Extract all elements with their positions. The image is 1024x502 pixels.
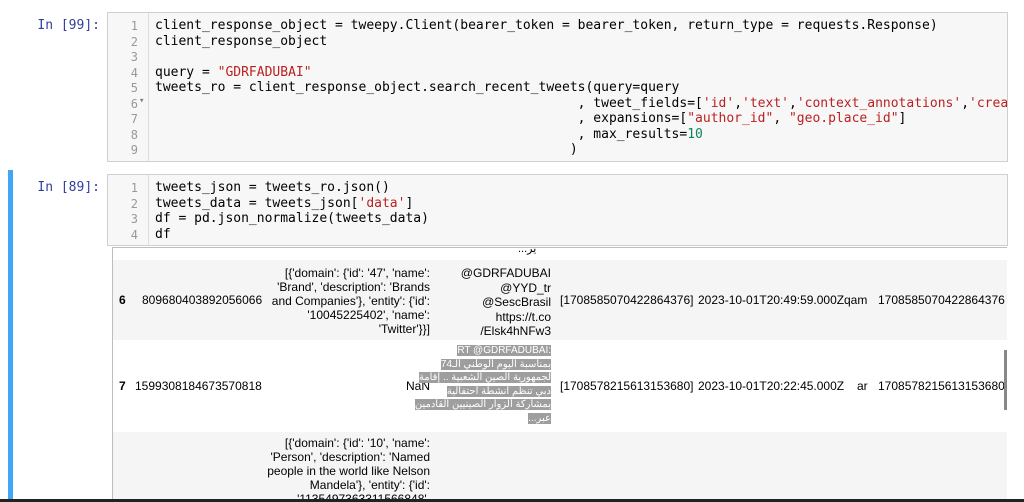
code-line: , max_results=10 xyxy=(155,127,703,143)
fold-arrow-icon[interactable]: ▾ xyxy=(139,96,144,106)
string-literal: "geo.place_id" xyxy=(788,111,899,126)
cell-text-line: '10045225402', 'name': xyxy=(307,308,430,322)
string-literal: "author_id" xyxy=(687,111,774,126)
cell-text-line: @GDRFADUBAI xyxy=(460,266,551,280)
table-cell: @GDRFADUBAI @YYD_tr @SescBrasil https://… xyxy=(441,266,551,339)
table-row: ...يز xyxy=(113,248,1007,260)
cell-text-line: بمشاركة الزوار الصينيين القادمين xyxy=(414,399,551,410)
code-token: , max_results= xyxy=(155,126,688,142)
code-line: query = "GDRFADUBAI" xyxy=(155,65,312,81)
number-literal: 10 xyxy=(687,126,703,142)
line-number: 8 xyxy=(130,127,138,142)
code-token: , expansions=[ xyxy=(155,111,688,126)
cell-text-line: and Companies'}, 'entity': {'id': xyxy=(271,294,430,308)
code-line: client_response_object = tweepy.Client(b… xyxy=(155,18,938,33)
cell-text-line: Mandela'}, 'entity': {'id': xyxy=(309,478,430,492)
table-row: [{'domain': {'id': '10', 'name': 'Person… xyxy=(113,432,1007,502)
line-number: 2 xyxy=(130,34,138,49)
code-token: , xyxy=(734,95,743,111)
table-cell: ar xyxy=(857,379,868,393)
cell-text-line: 'Person', 'description': 'Named xyxy=(270,450,430,464)
table-cell: [1708578215613153680] xyxy=(560,379,694,393)
cell-text-line: https://t.co xyxy=(495,309,551,324)
string-literal: 'data' xyxy=(358,195,406,211)
code-line: tweets_json = tweets_ro.json() xyxy=(155,180,390,195)
string-literal: "GDRFADUBAI" xyxy=(217,64,312,80)
cell-text-line: 'Twitter'}}] xyxy=(378,322,430,336)
cell-text-line: @YYD_tr xyxy=(500,280,551,295)
output-scrollbar[interactable] xyxy=(1004,350,1007,410)
row-index: 6 xyxy=(119,293,126,307)
table-cell: 1708578215613153680 xyxy=(878,379,1005,393)
table-cell: [{'domain': {'id': '10', 'name': 'Person… xyxy=(260,436,430,502)
string-literal: 'text' xyxy=(742,95,789,111)
cell-text-line: بمناسبة اليوم الوطني الـ74 xyxy=(440,358,551,370)
cell-selection-bar xyxy=(8,170,13,502)
table-cell: 2023-10-01T20:49:59.000Z xyxy=(698,293,845,307)
code-token: ] xyxy=(405,195,414,211)
code-line: client_response_object xyxy=(155,33,328,49)
code-token: ] xyxy=(898,111,907,126)
code-token: , xyxy=(961,95,970,111)
code-token: , xyxy=(773,111,789,126)
code-token: , tweet_fields=[ xyxy=(155,95,703,111)
table-cell: 1599308184673570818 xyxy=(135,379,262,393)
string-literal: 'context_annotations' xyxy=(796,95,962,111)
line-number: 4 xyxy=(130,65,138,80)
code-line: , expansions=["author_id", "geo.place_id… xyxy=(155,111,907,127)
row-index: 7 xyxy=(119,379,126,393)
code-token: , xyxy=(788,95,797,111)
line-number: 4 xyxy=(130,227,138,242)
table-cell: qam xyxy=(844,293,868,307)
cell-text-line: [{'domain': {'id': '47', 'name': xyxy=(284,266,430,280)
code-line: df xyxy=(155,226,171,242)
code-line: , tweet_fields=['id','text','context_ann… xyxy=(155,95,1008,112)
code-token: query = xyxy=(155,64,218,80)
code-line: tweets_data = tweets_json['data'] xyxy=(155,196,413,212)
line-number: 3 xyxy=(130,212,138,226)
line-number-gutter: 1 2 3 4 5 6 7 8 9 ▾ xyxy=(108,13,149,161)
table-cell: RT @GDRFADUBAI: بمناسبة اليوم الوطني الـ… xyxy=(401,344,551,425)
line-number: 7 xyxy=(130,112,138,126)
cell-text-line: people in the world like Nelson xyxy=(267,464,430,478)
table-cell: [1708585070422864376] xyxy=(560,293,694,307)
string-literal: 'id' xyxy=(702,95,735,111)
code-cell[interactable]: 1 2 3 4 5 6 7 8 9 ▾ client_response_obje… xyxy=(107,12,1008,162)
cell-prompt: In [89]: xyxy=(37,180,100,195)
table-cell: 2023-10-01T20:22:45.000Z xyxy=(698,379,845,393)
line-number-gutter: 1 2 3 4 xyxy=(108,175,149,245)
line-number: 5 xyxy=(130,81,138,95)
cell-text-line: 'Brand', 'description': 'Brands xyxy=(277,280,430,294)
cell-text-line: /Elsk4hNFw3 xyxy=(480,324,551,338)
code-cell[interactable]: 1 2 3 4 tweets_json = tweets_ro.json() t… xyxy=(107,174,1008,246)
cell-text-line: ...عبر xyxy=(528,412,551,424)
line-number: 6 xyxy=(130,96,138,111)
line-number: 1 xyxy=(130,181,138,195)
cell-text-line: [{'domain': {'id': '10', 'name': xyxy=(284,436,430,450)
line-number: 9 xyxy=(130,143,138,157)
line-number: 1 xyxy=(130,19,138,33)
table-cell: [{'domain': {'id': '47', 'name': 'Brand'… xyxy=(260,266,430,336)
table-cell: ...يز xyxy=(518,247,537,255)
cell-text-line: RT @GDRFADUBAI: xyxy=(457,345,551,356)
cell-text-line: @SescBrasil xyxy=(482,295,551,309)
cell-text-line: دبي تنظم أنشطة احتفالية xyxy=(446,385,551,397)
code-line: ) xyxy=(155,142,578,157)
line-number: 3 xyxy=(130,50,138,64)
cell-text-line: لجمهورية الصين الشعبية .. إقامة xyxy=(418,372,551,383)
cell-prompt: In [99]: xyxy=(37,18,100,33)
code-token: tweets_data = tweets_json[ xyxy=(155,195,359,211)
table-row: 6 809680403892056066 [{'domain': {'id': … xyxy=(113,260,1007,340)
table-row: 7 1599308184673570818 NaN RT @GDRFADUBAI… xyxy=(113,340,1007,432)
table-cell: 1708585070422864376 xyxy=(878,293,1005,307)
line-number: 2 xyxy=(130,196,138,211)
code-line: df = pd.json_normalize(tweets_data) xyxy=(155,211,429,226)
dataframe-output[interactable]: ...يز 6 809680403892056066 [{'domain': {… xyxy=(112,247,1007,502)
table-cell: 809680403892056066 xyxy=(142,293,263,307)
string-literal: 'created_at' xyxy=(969,95,1008,111)
code-line: tweets_ro = client_response_object.searc… xyxy=(155,80,680,95)
